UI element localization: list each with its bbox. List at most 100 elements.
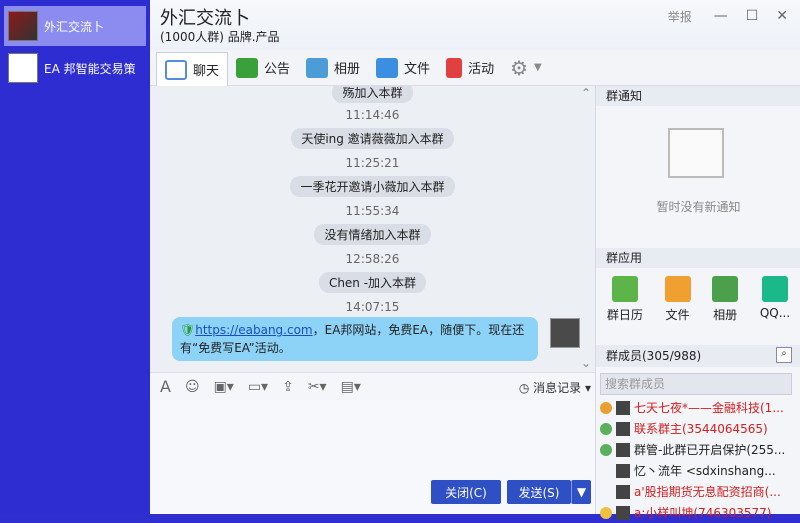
photo-icon bbox=[712, 276, 739, 302]
tab-activity[interactable]: 活动 bbox=[438, 53, 502, 83]
notice-board-icon bbox=[668, 128, 724, 178]
upload-icon[interactable]: ⇪ bbox=[282, 379, 294, 395]
system-message: 殇加入本群 bbox=[150, 86, 595, 103]
group-info-panel: 群通知 暂时没有新通知 群应用 群日历 文件 相册 QQ... 群成员(305/… bbox=[595, 86, 800, 520]
list-item[interactable]: 忆丶流年 <sdxinshang... bbox=[596, 460, 796, 481]
tab-files[interactable]: 文件 bbox=[368, 53, 438, 83]
members-header: 群成员(305/988) bbox=[596, 345, 800, 367]
admin-icon bbox=[600, 443, 612, 456]
flag-icon bbox=[446, 57, 463, 78]
screenshot-icon[interactable]: ✂▾ bbox=[308, 379, 327, 395]
chevron-down-icon: ▼ bbox=[534, 62, 542, 73]
notice-empty-text: 暂时没有新通知 bbox=[656, 200, 741, 214]
settings-menu[interactable]: ⚙ ▼ bbox=[502, 53, 550, 83]
list-item[interactable]: 群管-此群已开启保护(255... bbox=[596, 439, 796, 460]
group-title: 外汇交流卜 bbox=[160, 8, 250, 29]
system-message: Chen -加入本群 bbox=[150, 272, 595, 293]
tab-label: 相册 bbox=[334, 62, 361, 77]
message-area: 殇加入本群 11:14:46 天使ing 邀请薇薇加入本群 11:25:21 一… bbox=[150, 86, 595, 372]
sender-avatar[interactable] bbox=[550, 318, 580, 348]
megaphone-icon bbox=[236, 57, 259, 78]
timestamp: 11:14:46 bbox=[345, 108, 400, 122]
timestamp: 11:55:34 bbox=[345, 204, 400, 218]
conversation-item-ea[interactable]: EA 邦智能交易策 bbox=[4, 48, 146, 88]
timestamp: 14:07:15 bbox=[345, 300, 400, 314]
message-bubble: 🛡https://eabang.com，EA邦网站，免费EA，随便下。现在还有“… bbox=[172, 317, 538, 361]
conversation-label: 外汇交流卜 bbox=[44, 19, 105, 34]
member-search-input[interactable]: 搜索群成员 bbox=[600, 373, 792, 395]
minimize-icon[interactable]: — bbox=[714, 8, 728, 25]
chat-window: 外汇交流卜 (1000人群) 品牌.产品 举报 — ☐ ✕ 聊天 公告 相册 文… bbox=[150, 0, 800, 520]
conversation-sidebar: 外汇交流卜 EA 邦智能交易策 bbox=[0, 0, 150, 514]
timestamp: 12:58:26 bbox=[345, 252, 400, 266]
font-icon[interactable]: A bbox=[160, 377, 171, 396]
list-item[interactable]: a:小样叫坤(746303577) bbox=[596, 502, 796, 523]
tab-label: 聊天 bbox=[193, 64, 220, 79]
phone-icon bbox=[761, 276, 788, 302]
report-button[interactable]: 举报 bbox=[668, 8, 692, 25]
tab-label: 活动 bbox=[468, 62, 495, 77]
admin-icon bbox=[600, 422, 612, 435]
shield-icon: 🛡 bbox=[180, 323, 196, 337]
notice-header: 群通知 bbox=[596, 86, 800, 106]
maximize-icon[interactable]: ☐ bbox=[746, 8, 759, 25]
photo-icon bbox=[306, 57, 329, 78]
message-input[interactable]: 关闭(C) 发送(S) ▼ bbox=[150, 400, 595, 514]
gif-icon[interactable]: ▣▾ bbox=[214, 379, 234, 395]
scroll-up-icon[interactable]: ⌃ bbox=[581, 86, 591, 100]
more-icon[interactable]: ▤▾ bbox=[341, 379, 361, 395]
member-list: 七天七夜*——金融科技(1... 联系群主(3544064565) 群管-此群已… bbox=[596, 397, 796, 523]
list-item[interactable]: 七天七夜*——金融科技(1... bbox=[596, 397, 796, 418]
message-record-button[interactable]: ◷ 消息记录 ▾ bbox=[519, 379, 591, 396]
tab-announcement[interactable]: 公告 bbox=[228, 53, 298, 83]
system-message: 没有情绪加入本群 bbox=[150, 224, 595, 245]
scroll-down-icon[interactable]: ⌄ bbox=[581, 356, 591, 370]
list-item[interactable]: a'股指期货无息配资招商(... bbox=[596, 481, 796, 502]
tab-label: 公告 bbox=[264, 62, 291, 77]
tab-album[interactable]: 相册 bbox=[298, 53, 368, 83]
image-icon[interactable]: ▭▾ bbox=[248, 379, 268, 395]
system-message: 一季花开邀请小薇加入本群 bbox=[150, 176, 595, 197]
search-icon[interactable]: ⌕ bbox=[776, 347, 792, 363]
chat-icon bbox=[165, 59, 187, 80]
send-button[interactable]: 发送(S) bbox=[507, 480, 571, 504]
app-album[interactable]: 相册 bbox=[712, 276, 739, 323]
group-avatar bbox=[8, 53, 38, 83]
input-toolbar: A ☺ ▣▾ ▭▾ ⇪ ✂▾ ▤▾ ◷ 消息记录 ▾ bbox=[150, 372, 595, 400]
app-call[interactable]: QQ... bbox=[760, 276, 790, 323]
group-avatar bbox=[8, 11, 38, 41]
timestamp: 11:25:21 bbox=[345, 156, 400, 170]
close-icon[interactable]: ✕ bbox=[776, 8, 788, 25]
tab-chat[interactable]: 聊天 bbox=[156, 52, 229, 86]
avatar bbox=[616, 484, 630, 499]
tab-label: 文件 bbox=[404, 62, 431, 77]
app-files[interactable]: 文件 bbox=[664, 276, 691, 323]
group-subtitle: (1000人群) 品牌.产品 bbox=[160, 30, 280, 44]
window-controls: 举报 — ☐ ✕ bbox=[668, 8, 788, 25]
folder-icon bbox=[376, 57, 399, 78]
avatar bbox=[616, 463, 630, 478]
avatar bbox=[616, 442, 630, 457]
emoji-icon[interactable]: ☺ bbox=[185, 379, 200, 395]
apps-header: 群应用 bbox=[596, 248, 800, 268]
vip-icon bbox=[600, 506, 612, 519]
conversation-item-forex[interactable]: 外汇交流卜 bbox=[4, 6, 146, 46]
close-button[interactable]: 关闭(C) bbox=[431, 480, 501, 504]
avatar bbox=[616, 421, 630, 436]
system-message: 天使ing 邀请薇薇加入本群 bbox=[150, 128, 595, 149]
app-calendar[interactable]: 群日历 bbox=[607, 276, 643, 323]
conversation-label: EA 邦智能交易策 bbox=[44, 61, 136, 76]
title-bar: 外汇交流卜 (1000人群) 品牌.产品 举报 — ☐ ✕ bbox=[150, 0, 800, 50]
owner-icon bbox=[600, 401, 612, 414]
send-options-chevron-icon[interactable]: ▼ bbox=[571, 480, 591, 504]
list-item[interactable]: 联系群主(3544064565) bbox=[596, 418, 796, 439]
apps-row: 群日历 文件 相册 QQ... bbox=[596, 276, 800, 323]
message-link[interactable]: https://eabang.com bbox=[195, 323, 312, 337]
tab-bar: 聊天 公告 相册 文件 活动 ⚙ ▼ bbox=[150, 50, 800, 86]
gear-icon: ⚙ bbox=[510, 55, 529, 80]
folder-icon bbox=[664, 276, 691, 302]
avatar bbox=[616, 400, 630, 415]
calendar-icon bbox=[611, 276, 638, 302]
